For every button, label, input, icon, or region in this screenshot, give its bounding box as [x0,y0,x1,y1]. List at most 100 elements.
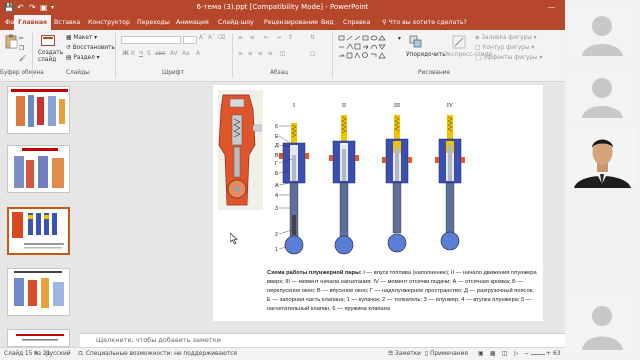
columns-icon[interactable]: ◫ [280,51,285,57]
language-indicator[interactable]: русский [46,351,71,357]
column-II [329,115,359,255]
grow-font-icon[interactable]: Aˆ [199,35,206,41]
notes-pane[interactable]: Щелкните, чтобы добавить заметки [80,333,565,347]
new-slide-icon[interactable] [41,35,55,47]
clear-formatting-icon[interactable]: ⌫ [217,35,225,41]
paste-icon[interactable] [5,34,18,49]
case-icon[interactable]: Aa [182,51,190,57]
increase-indent-icon[interactable]: ⇥ [276,35,281,41]
ribbon: ✂ ❐ 🖌 Буфер обмена Создать слайд ▦ Макет… [0,30,565,82]
align-right-icon[interactable]: ≡ [258,51,263,57]
tab-review[interactable]: Рецензирование [264,15,318,30]
participant-tile-placeholder[interactable] [568,8,637,60]
tab-design[interactable]: Конструктор [88,15,130,30]
justify-icon[interactable]: ≡ [268,51,273,57]
label-D: Д [275,143,279,149]
zoom-slider[interactable] [531,354,545,355]
slide-thumbnail[interactable] [7,329,70,347]
paragraph-group-label: Абзац [270,70,289,76]
shapes-gallery-icon[interactable] [338,35,398,63]
italic-icon[interactable]: К [131,51,135,57]
tab-animations[interactable]: Анимация [176,15,209,30]
slide-counter: Слайд 15 из 21 [4,351,51,357]
slide-caption: Схема работы плунжерной пары: I — впуск … [267,269,537,314]
bullets-icon[interactable]: ≡ [238,35,243,41]
format-painter-icon[interactable]: 🖌 [19,56,26,62]
section-label: Раздел [73,55,95,61]
smartart-icon[interactable]: □ [310,51,315,57]
mouse-cursor-icon [230,233,238,244]
tab-slideshow[interactable]: Слайд-шоу [218,15,254,30]
slide-thumbnail[interactable] [7,86,70,134]
shape-outline-label: Контур фигуры [482,45,530,51]
copy-icon[interactable]: ❐ [19,46,24,52]
slide-thumbnail[interactable] [7,268,70,316]
status-bar: Слайд 15 из 21 ✎ русский ⚖ Специальные в… [0,347,565,360]
decrease-indent-icon[interactable]: ⇤ [264,35,269,41]
slide-thumbnail[interactable] [7,145,70,193]
participant-video [568,128,637,188]
zoom-out-icon[interactable]: − [524,351,529,357]
reading-view-icon[interactable]: ◫ [502,351,507,357]
font-color-icon[interactable]: A [196,51,200,57]
shape-outline-button[interactable]: □ Контур фигуры ▾ [475,45,534,51]
column-I [279,123,309,255]
arrange-icon[interactable] [409,35,423,49]
tab-help[interactable]: Справка [343,15,370,30]
caption-title: Схема работы плунжерной пары: [267,270,362,276]
cut-icon[interactable]: ✂ [19,36,24,42]
tab-home[interactable]: Главная [14,15,51,30]
slide-editing-area: I II III IV 6 Е Д В Г Б А 4 3 2 1 Схема … [80,83,565,333]
line-spacing-icon[interactable]: ↕ [288,35,293,41]
arrange-button[interactable]: Упорядочить [406,52,446,58]
clipboard-group-label: Буфер обмена [0,70,44,76]
zoom-in-icon[interactable]: + [546,351,551,357]
minimize-icon[interactable]: — [548,2,555,13]
font-family-dropdown[interactable] [121,36,181,44]
align-left-icon[interactable]: ≡ [238,51,243,57]
label-G: Г [275,161,278,167]
tab-transitions[interactable]: Переходы [137,15,170,30]
participant-tile-placeholder[interactable] [568,294,637,354]
comments-toggle[interactable]: ▯ Примечания [425,351,468,357]
strikethrough-icon[interactable]: abc [155,51,165,57]
current-slide[interactable]: I II III IV 6 Е Д В Г Б А 4 3 2 1 Схема … [213,85,543,321]
shape-fill-button[interactable]: ◈ Заливка фигуры ▾ [475,35,537,41]
section-button[interactable]: ▤ Раздел ▾ [66,55,100,61]
spacing-icon[interactable]: AV [170,51,178,57]
shapes-more-icon[interactable]: ▾ [398,36,401,42]
person-avatar-icon [582,78,623,118]
bold-icon[interactable]: Ж [122,51,129,57]
layout-button[interactable]: ▦ Макет ▾ [66,35,97,41]
font-size-dropdown[interactable] [183,36,197,44]
numbering-icon[interactable]: ≡ [250,35,255,41]
notes-toggle[interactable]: ☰ Заметки [388,351,421,357]
tell-me-search[interactable]: ⚲ Что вы хотите сделать? [382,15,467,30]
zoom-level[interactable]: 63 [553,351,560,357]
normal-view-icon[interactable]: ▣ [478,351,483,357]
new-slide-button[interactable]: Создать слайд [38,50,63,64]
title-bar: 💾 ↶ ↷ ▣ ▾ 6-тема (3).ppt [Compatibility … [0,0,565,15]
underline-icon[interactable]: Ч [139,51,143,57]
shape-effects-button[interactable]: ◯ Эффекты фигуры ▾ [475,55,542,61]
participant-tile-placeholder[interactable] [568,70,637,122]
tab-view[interactable]: Вид [321,15,334,30]
text-direction-icon[interactable]: ⇅ [310,35,315,41]
shadow-icon[interactable]: S [147,51,151,57]
accessibility-icon[interactable]: ⚖ [78,351,83,357]
reset-button[interactable]: ↺ Восстановить [66,45,115,51]
slide-thumbnail-selected[interactable] [7,207,70,255]
participant-video-tile[interactable] [568,128,637,188]
align-center-icon[interactable]: ≡ [248,51,253,57]
column-label-I: I [293,103,295,109]
slideshow-view-icon[interactable]: ▷ [514,351,518,357]
tab-insert[interactable]: Вставка [54,15,80,30]
thumbnail-image [14,271,64,308]
spellcheck-icon[interactable]: ✎ [34,351,39,357]
plunger-columns [279,115,465,255]
slide-sorter-icon[interactable]: ▦ [490,351,495,357]
powerpoint-window: 💾 ↶ ↷ ▣ ▾ 6-тема (3).ppt [Compatibility … [0,0,565,360]
quick-styles-icon[interactable] [452,35,466,49]
accessibility-status[interactable]: Специальные возможности: не поддерживают… [86,351,237,357]
shrink-font-icon[interactable]: Aˇ [208,35,215,41]
